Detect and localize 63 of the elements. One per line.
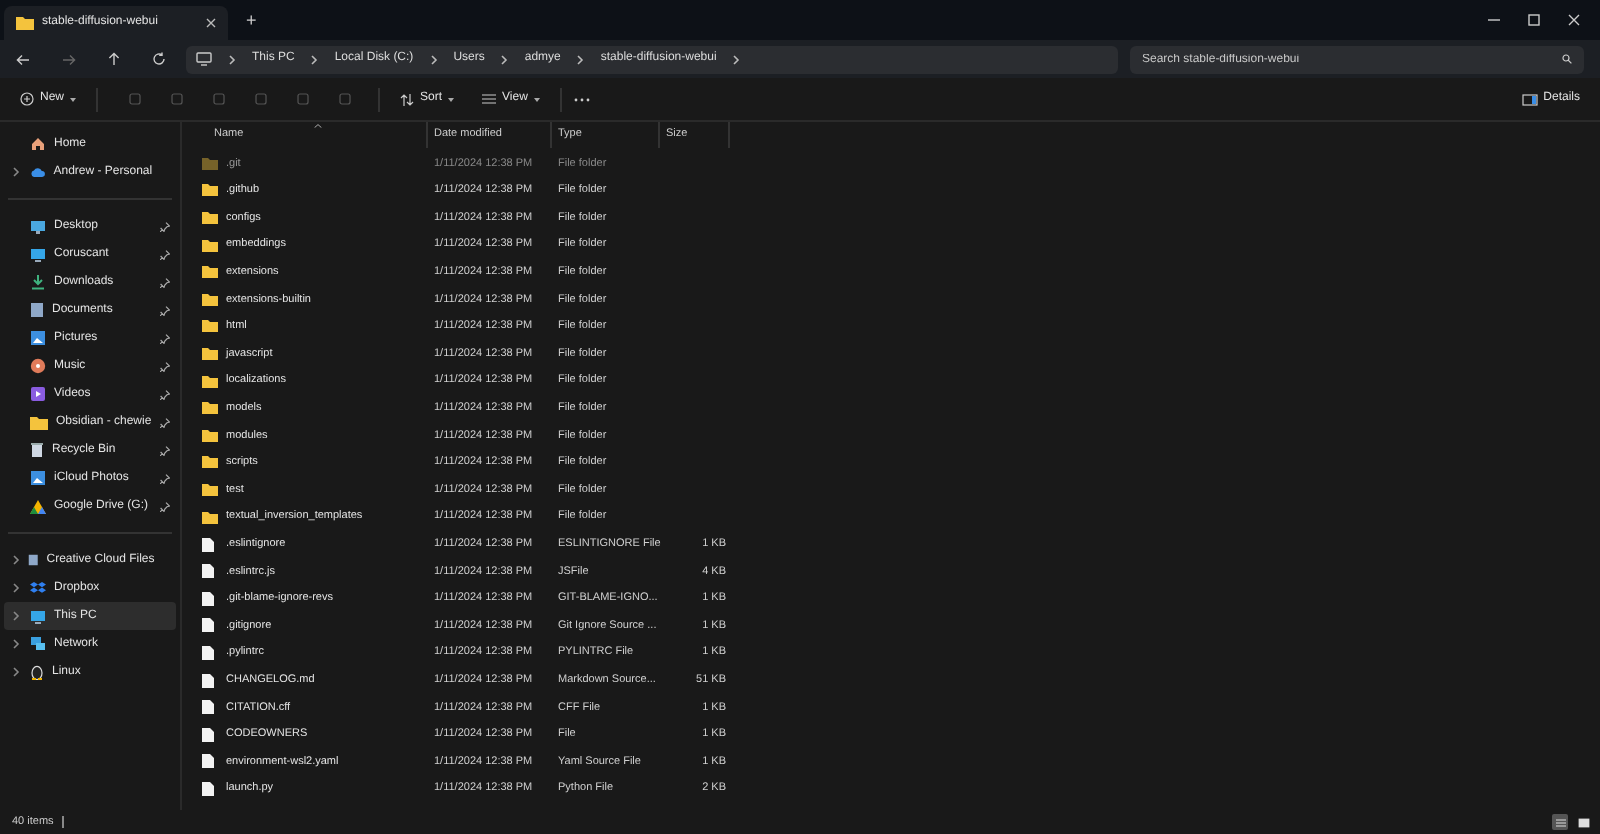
chevron-right-icon bbox=[228, 53, 236, 65]
maximize-icon[interactable] bbox=[1528, 14, 1540, 26]
pin-icon bbox=[160, 473, 170, 483]
pin-icon bbox=[160, 249, 170, 259]
new-tab-button[interactable]: + bbox=[240, 7, 263, 34]
sort-caret-icon bbox=[314, 124, 322, 128]
home-icon bbox=[30, 136, 46, 152]
download-icon bbox=[30, 274, 46, 290]
pin-icon bbox=[160, 333, 170, 343]
pin-icon bbox=[160, 417, 170, 427]
picture-icon bbox=[30, 330, 46, 346]
details-pane-icon bbox=[1521, 93, 1538, 105]
folder-icon bbox=[16, 16, 34, 30]
back-arrow-icon[interactable] bbox=[16, 53, 30, 65]
chevron-right-icon bbox=[732, 53, 741, 65]
monitor-icon bbox=[196, 52, 212, 66]
video-icon bbox=[30, 386, 46, 402]
picture-icon bbox=[30, 470, 46, 486]
details-view-button[interactable] bbox=[1552, 814, 1568, 830]
triangle-logo-icon bbox=[30, 499, 46, 513]
box-icon bbox=[30, 581, 46, 595]
pin-icon bbox=[160, 277, 170, 287]
caret-icon bbox=[70, 97, 77, 101]
chevron-right-icon bbox=[12, 666, 20, 678]
cloud-icon bbox=[29, 166, 46, 178]
chevron-right-icon bbox=[12, 554, 20, 566]
music-icon bbox=[30, 358, 46, 374]
refresh-icon[interactable] bbox=[152, 52, 166, 66]
forward-arrow-icon[interactable] bbox=[62, 53, 76, 65]
list-icon bbox=[482, 94, 497, 104]
monitor-icon bbox=[30, 247, 46, 261]
chevron-right-icon bbox=[310, 53, 319, 65]
pin-icon bbox=[160, 305, 170, 315]
desktop-icon bbox=[30, 219, 46, 233]
network-icon bbox=[30, 636, 46, 652]
window-icon bbox=[1578, 817, 1590, 827]
pin-icon bbox=[160, 445, 170, 455]
list-icon bbox=[1555, 817, 1565, 827]
sort-arrows-icon bbox=[400, 93, 415, 105]
up-arrow-icon[interactable] bbox=[108, 52, 120, 66]
document-icon bbox=[30, 302, 44, 318]
chevron-right-icon bbox=[12, 166, 20, 178]
chevron-right-icon bbox=[576, 53, 585, 65]
document-icon bbox=[28, 552, 39, 568]
pin-icon bbox=[160, 361, 170, 371]
chevron-right-icon bbox=[12, 610, 20, 622]
chevron-right-icon bbox=[429, 53, 438, 65]
minimize-icon[interactable] bbox=[1488, 14, 1500, 26]
folder-icon bbox=[30, 415, 48, 429]
monitor-icon bbox=[30, 609, 46, 623]
close-icon[interactable] bbox=[206, 18, 216, 28]
caret-icon bbox=[448, 97, 455, 101]
plus-circle-icon bbox=[20, 92, 34, 106]
chevron-right-icon bbox=[12, 638, 20, 650]
tiles-view-button[interactable] bbox=[1576, 814, 1592, 830]
chevron-right-icon bbox=[12, 582, 20, 594]
close-icon[interactable] bbox=[1568, 14, 1580, 26]
search-icon bbox=[1562, 54, 1572, 64]
caret-icon bbox=[533, 97, 540, 101]
pin-icon bbox=[160, 501, 170, 511]
chevron-right-icon bbox=[500, 53, 509, 65]
pin-icon bbox=[160, 389, 170, 399]
pin-icon bbox=[160, 221, 170, 231]
